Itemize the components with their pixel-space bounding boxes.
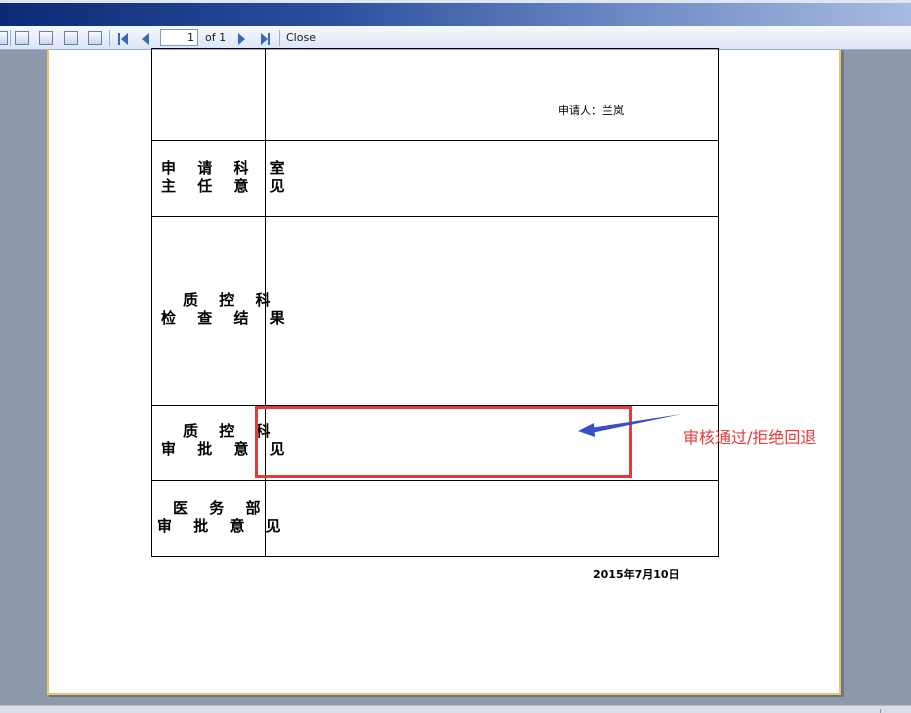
status-bar-divider [880,709,881,713]
status-bar [0,705,911,713]
annotation-text: 审核通过/拒绝回退 [683,428,817,447]
annotation-arrow [578,414,682,437]
